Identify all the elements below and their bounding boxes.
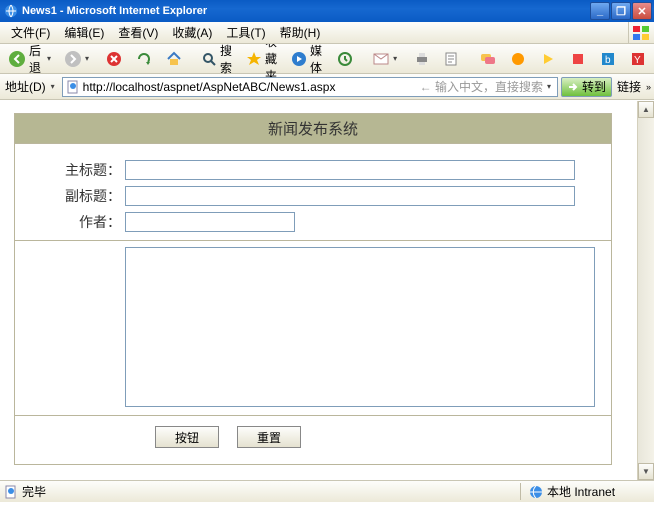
windows-logo-icon bbox=[628, 22, 652, 44]
edit-icon bbox=[443, 50, 461, 68]
history-icon bbox=[336, 50, 354, 68]
ext1-button[interactable] bbox=[504, 47, 532, 71]
window-title: News1 - Microsoft Internet Explorer bbox=[22, 5, 590, 17]
y-icon: Y bbox=[629, 50, 647, 68]
refresh-icon bbox=[135, 50, 153, 68]
svg-text:Y: Y bbox=[634, 55, 641, 66]
ext2-button[interactable] bbox=[534, 47, 562, 71]
mail-button[interactable]: ▾ bbox=[367, 47, 406, 71]
news-form: 新闻发布系统 主标题： 副标题： 作者： bbox=[14, 113, 612, 465]
mail-icon bbox=[372, 50, 390, 68]
minimize-button[interactable]: _ bbox=[590, 2, 610, 20]
discuss-icon bbox=[479, 50, 497, 68]
window-titlebar: News1 - Microsoft Internet Explorer _ ❐ … bbox=[0, 0, 654, 22]
main-title-input[interactable] bbox=[125, 160, 575, 180]
page-icon bbox=[66, 80, 80, 94]
menu-file[interactable]: 文件(F) bbox=[4, 22, 57, 43]
discuss-button[interactable] bbox=[474, 47, 502, 71]
menu-view[interactable]: 查看(V) bbox=[111, 22, 165, 43]
stop-button[interactable] bbox=[100, 47, 128, 71]
reset-button[interactable]: 重置 bbox=[237, 426, 301, 448]
close-button[interactable]: ✕ bbox=[632, 2, 652, 20]
forward-icon bbox=[64, 50, 82, 68]
star-icon bbox=[246, 50, 262, 68]
go-arrow-icon bbox=[567, 81, 579, 93]
ext4-button[interactable]: b bbox=[594, 47, 622, 71]
url-text: http://localhost/aspnet/AspNetABC/News1.… bbox=[83, 80, 414, 94]
zone-icon bbox=[529, 485, 543, 499]
address-label: 地址(D) bbox=[3, 78, 48, 95]
stop-icon bbox=[105, 50, 123, 68]
links-label[interactable]: 链接 bbox=[615, 78, 643, 95]
content-area: 新闻发布系统 主标题： 副标题： 作者： bbox=[0, 100, 654, 480]
address-bar: 地址(D) ▾ http://localhost/aspnet/AspNetAB… bbox=[0, 74, 654, 100]
menu-edit[interactable]: 编辑(E) bbox=[57, 22, 111, 43]
form-title: 新闻发布系统 bbox=[15, 114, 611, 144]
history-button[interactable] bbox=[331, 47, 359, 71]
book-icon bbox=[569, 50, 587, 68]
menu-help[interactable]: 帮助(H) bbox=[273, 22, 328, 43]
ext3-button[interactable] bbox=[564, 47, 592, 71]
print-button[interactable] bbox=[408, 47, 436, 71]
search-icon bbox=[201, 50, 217, 68]
chevron-down-icon[interactable]: ▾ bbox=[547, 82, 555, 91]
body-textarea[interactable] bbox=[125, 247, 595, 407]
main-title-label: 主标题： bbox=[15, 160, 125, 180]
status-bar: 完毕 本地 Intranet bbox=[0, 480, 654, 502]
print-icon bbox=[413, 50, 431, 68]
chevron-down-icon: ▾ bbox=[393, 54, 401, 63]
media-button[interactable]: 媒体 bbox=[286, 47, 329, 71]
search-button[interactable]: 搜索 bbox=[196, 47, 239, 71]
refresh-button[interactable] bbox=[130, 47, 158, 71]
sub-title-label: 副标题： bbox=[15, 186, 125, 206]
menubar: 文件(F) 编辑(E) 查看(V) 收藏(A) 工具(T) 帮助(H) bbox=[0, 22, 654, 44]
go-button[interactable]: 转到 bbox=[561, 77, 612, 97]
media-icon bbox=[291, 50, 307, 68]
play-icon bbox=[539, 50, 557, 68]
maximize-button[interactable]: ❐ bbox=[611, 2, 631, 20]
author-input[interactable] bbox=[125, 212, 295, 232]
chevron-down-icon: ▾ bbox=[47, 54, 52, 63]
scroll-down-button[interactable]: ▼ bbox=[638, 463, 654, 480]
favorites-button[interactable]: 收藏夹 bbox=[241, 47, 284, 71]
ext5-button[interactable]: Y bbox=[624, 47, 652, 71]
chevron-right-icon[interactable]: » bbox=[646, 82, 651, 92]
menu-favorites[interactable]: 收藏(A) bbox=[165, 22, 219, 43]
sub-title-input[interactable] bbox=[125, 186, 575, 206]
scroll-up-button[interactable]: ▲ bbox=[638, 101, 654, 118]
chevron-down-icon: ▾ bbox=[51, 82, 59, 91]
page-icon bbox=[4, 485, 18, 499]
author-label: 作者： bbox=[15, 212, 125, 232]
b-icon: b bbox=[599, 50, 617, 68]
url-hint: ← 输入中文，直接搜索 bbox=[420, 78, 543, 95]
chevron-down-icon: ▾ bbox=[85, 54, 93, 63]
scroll-track[interactable] bbox=[638, 118, 654, 463]
toolbar: 后退 ▾ ▾ 搜索 收藏夹 媒体 ▾ b Y bbox=[0, 44, 654, 74]
back-button[interactable]: 后退 ▾ bbox=[3, 47, 57, 71]
menu-tools[interactable]: 工具(T) bbox=[219, 22, 272, 43]
home-icon bbox=[165, 50, 183, 68]
status-text: 完毕 bbox=[22, 483, 46, 500]
zone-text: 本地 Intranet bbox=[547, 483, 615, 500]
page-body: 新闻发布系统 主标题： 副标题： 作者： bbox=[0, 101, 637, 480]
circle-icon bbox=[509, 50, 527, 68]
forward-button[interactable]: ▾ bbox=[59, 47, 98, 71]
edit-button[interactable] bbox=[438, 47, 466, 71]
vertical-scrollbar[interactable]: ▲ ▼ bbox=[637, 101, 654, 480]
url-input[interactable]: http://localhost/aspnet/AspNetABC/News1.… bbox=[62, 77, 558, 97]
submit-button[interactable]: 按钮 bbox=[155, 426, 219, 448]
ie-icon bbox=[4, 4, 18, 18]
svg-text:b: b bbox=[605, 55, 611, 66]
back-icon bbox=[8, 50, 26, 68]
home-button[interactable] bbox=[160, 47, 188, 71]
